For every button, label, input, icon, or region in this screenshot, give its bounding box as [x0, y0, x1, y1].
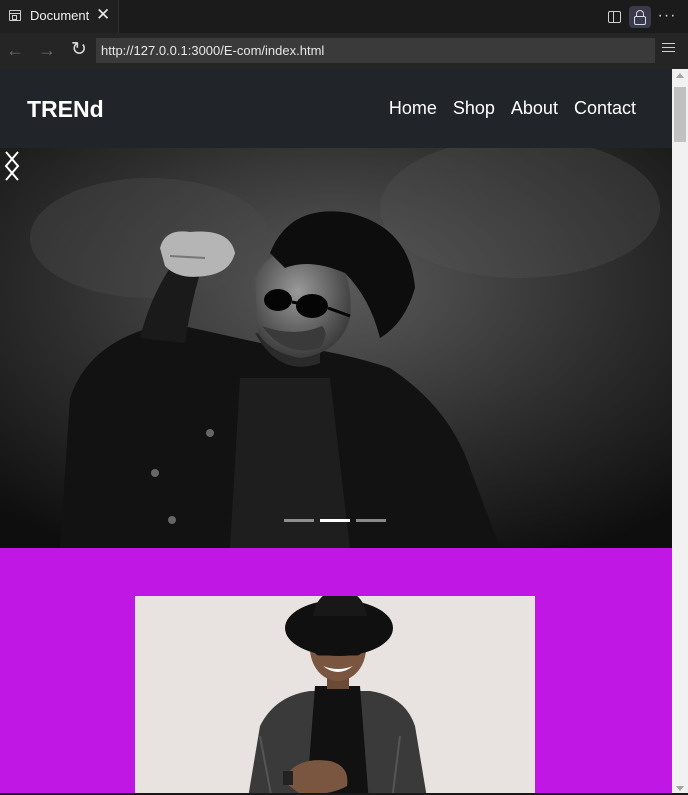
close-icon[interactable]: ✕: [96, 5, 110, 25]
menu-icon[interactable]: [662, 40, 676, 56]
carousel-indicator-1[interactable]: [284, 519, 314, 522]
nav-link-contact[interactable]: Contact: [574, 98, 636, 119]
chevron-right-icon[interactable]: [0, 148, 24, 184]
back-arrow-icon[interactable]: ←: [4, 39, 26, 61]
scroll-up-icon[interactable]: [676, 73, 684, 78]
carousel-indicator-2[interactable]: [320, 519, 350, 522]
scrollbar-thumb[interactable]: [674, 87, 686, 142]
hero-carousel: [0, 148, 672, 548]
address-bar: ← → ↻ http://127.0.0.1:3000/E-com/index.…: [0, 33, 688, 69]
nav-link-shop[interactable]: Shop: [453, 98, 495, 119]
forward-arrow-icon[interactable]: →: [36, 39, 58, 61]
promo-image: [135, 596, 535, 795]
nav-links: Home Shop About Contact: [389, 98, 636, 119]
nav-link-about[interactable]: About: [511, 98, 558, 119]
tab-title: Document: [30, 8, 90, 23]
document-tab-icon: [9, 10, 21, 21]
split-view-icon[interactable]: [604, 6, 626, 28]
page-viewport: TRENd Home Shop About Contact: [0, 69, 672, 795]
scroll-down-icon[interactable]: [676, 786, 684, 791]
browser-tab[interactable]: Document ✕: [0, 0, 119, 33]
lock-icon[interactable]: [629, 6, 651, 28]
nav-link-home[interactable]: Home: [389, 98, 437, 119]
carousel-indicator-3[interactable]: [356, 519, 386, 522]
promo-section: [0, 548, 672, 795]
browser-tab-bar: Document ✕ ···: [0, 0, 688, 33]
carousel-slide-image: [0, 148, 672, 548]
reload-icon[interactable]: ↻: [68, 39, 90, 61]
more-icon[interactable]: ···: [656, 6, 678, 28]
carousel-indicators: [284, 519, 386, 522]
url-input[interactable]: http://127.0.0.1:3000/E-com/index.html: [96, 38, 655, 63]
brand-logo[interactable]: TRENd: [27, 96, 104, 123]
page-scrollbar[interactable]: [672, 69, 688, 795]
site-navbar: TRENd Home Shop About Contact: [0, 69, 672, 148]
